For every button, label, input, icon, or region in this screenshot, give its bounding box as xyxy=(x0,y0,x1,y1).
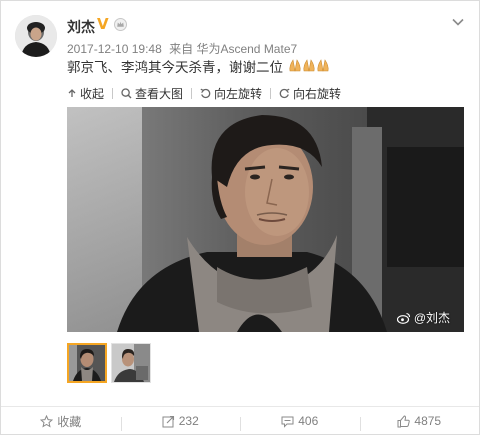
photo-watermark: @刘杰 xyxy=(396,309,450,326)
rotate-left-icon xyxy=(200,88,211,98)
post-text: 郭京飞、李鸿其今天杀青，谢谢二位 xyxy=(67,59,330,77)
photo-illustration xyxy=(67,107,464,332)
thumbnail-2[interactable] xyxy=(111,343,151,383)
rotate-left-label: 向左旋转 xyxy=(214,86,263,101)
collapse-up-icon xyxy=(68,89,76,97)
chevron-down-icon[interactable] xyxy=(451,15,465,29)
view-large-label: 查看大图 xyxy=(135,86,184,101)
favorite-label: 收藏 xyxy=(57,414,82,429)
view-large-button[interactable]: 查看大图 xyxy=(121,85,183,102)
weibo-post-card: 刘杰 V 2017-12-10 19:48 来自 华为Ascend Mate7 … xyxy=(0,0,480,435)
like-button[interactable]: 4875 xyxy=(359,414,480,431)
collapse-label: 收起 xyxy=(80,86,105,101)
comment-count: 406 xyxy=(298,414,319,428)
post-meta: 2017-12-10 19:48 来自 华为Ascend Mate7 xyxy=(67,40,297,57)
star-icon xyxy=(40,414,54,428)
comment-icon xyxy=(281,416,294,428)
thumbs-up-icon xyxy=(397,414,411,427)
weibo-logo-icon xyxy=(396,312,410,324)
rotate-right-icon xyxy=(279,88,290,98)
member-crown-icon[interactable] xyxy=(114,18,127,31)
divider xyxy=(112,87,114,99)
rotate-right-label: 向右旋转 xyxy=(293,86,342,101)
post-body: 郭京飞、李鸿其今天杀青，谢谢二位 xyxy=(67,60,283,75)
username[interactable]: 刘杰 xyxy=(67,17,95,37)
media-toolbar: 收起 查看大图 向左旋转 向右旋转 xyxy=(67,83,349,103)
source-prefix: 来自 xyxy=(169,42,194,56)
divider xyxy=(270,87,272,99)
verified-badge: V xyxy=(97,15,109,33)
thumbnail-1[interactable] xyxy=(67,343,107,383)
avatar[interactable] xyxy=(15,15,57,57)
rotate-left-button[interactable]: 向左旋转 xyxy=(200,85,262,102)
collapse-button[interactable]: 收起 xyxy=(67,85,104,102)
repost-button[interactable]: 232 xyxy=(120,414,241,431)
watermark-text: @刘杰 xyxy=(413,311,450,325)
main-photo[interactable]: @刘杰 xyxy=(67,107,464,332)
search-icon xyxy=(121,87,132,98)
rotate-right-button[interactable]: 向右旋转 xyxy=(279,85,341,102)
pray-emoji xyxy=(288,59,330,77)
post-timestamp[interactable]: 2017-12-10 19:48 xyxy=(67,42,162,56)
divider xyxy=(191,87,193,99)
post-source[interactable]: 华为Ascend Mate7 xyxy=(196,42,297,56)
favorite-button[interactable]: 收藏 xyxy=(1,413,121,430)
repost-icon xyxy=(162,415,174,427)
comment-button[interactable]: 406 xyxy=(240,414,360,431)
post-actions: 收藏 232 406 4875 xyxy=(1,406,479,435)
like-count: 4875 xyxy=(414,414,442,428)
repost-count: 232 xyxy=(178,414,199,428)
